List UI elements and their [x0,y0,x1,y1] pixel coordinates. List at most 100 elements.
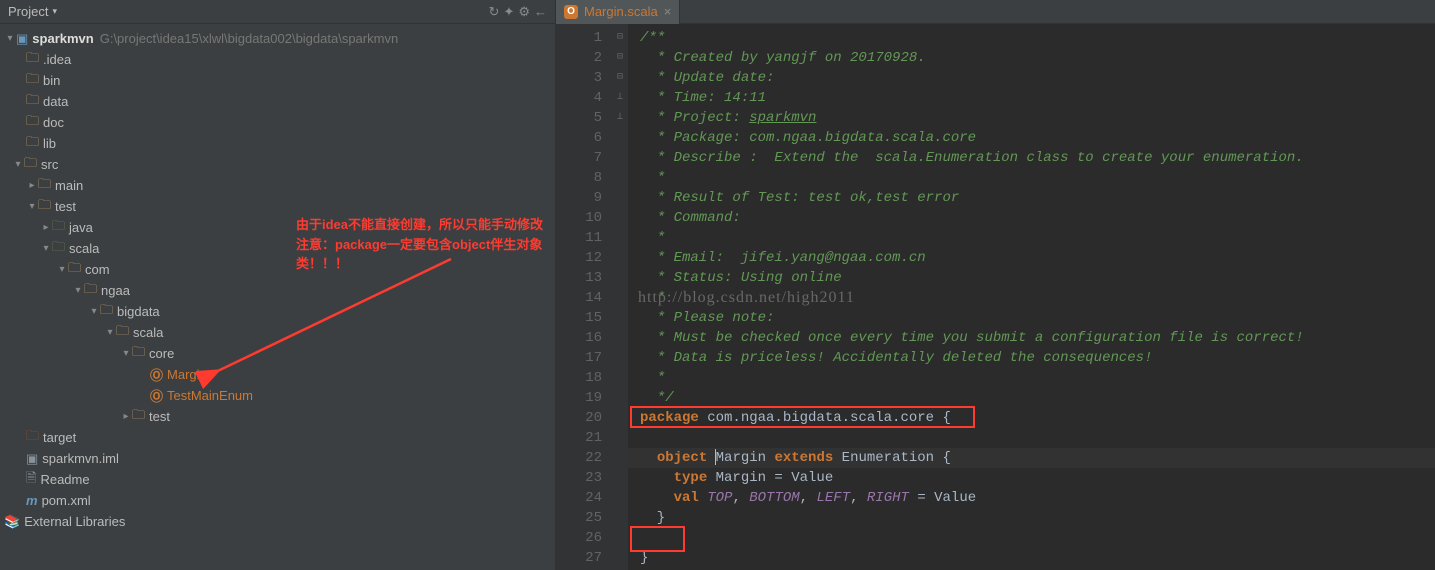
fold-end-icon[interactable]: ⊥ [612,88,628,108]
tree-item-lib[interactable]: 🗀 lib [0,133,555,154]
fold-icon[interactable]: ⊟ [612,28,628,48]
tree-item-doc[interactable]: 🗀 doc [0,112,555,133]
item-label: test [55,199,76,214]
expand-icon[interactable]: ▾ [26,201,38,212]
gear-icon[interactable]: ⚙ [518,4,530,20]
item-label: lib [43,136,56,151]
tree-item-external[interactable]: 📚 External Libraries [0,511,555,532]
maven-icon: m [26,493,38,508]
tree-item-readme[interactable]: 🗎 Readme [0,469,555,490]
item-label: Readme [40,472,89,487]
code-text: * Data is priceless! Accidentally delete… [640,350,1152,366]
tree-item-bigdata[interactable]: ▾ 🗀 bigdata [0,301,555,322]
code-text: /** [640,30,665,46]
tree-item-ngaa[interactable]: ▾ 🗀 ngaa [0,280,555,301]
package-icon: 🗀 [132,406,145,428]
project-panel: Project ▾ ↻ ✦ ⚙ ← ▾ ▣ sparkmvn G:\projec… [0,0,556,570]
fold-end-icon[interactable]: ⊥ [612,108,628,128]
fold-icon[interactable]: ⊟ [612,68,628,88]
folder-icon: 🗀 [38,196,51,218]
expand-icon[interactable]: ▸ [26,180,38,191]
watermark-text: http://blog.csdn.net/high2011 [638,288,855,308]
expand-icon[interactable]: ▾ [12,159,24,170]
line-gutter: 123456789 1011121314151617 1819202122232… [556,24,612,570]
source-folder-icon: 🗀 [52,217,65,239]
item-label: scala [69,241,99,256]
tree-item-data[interactable]: 🗀 data [0,91,555,112]
panel-tools: ↻ ✦ ⚙ ← [489,4,547,20]
item-label: data [43,94,68,109]
code-text: * Package: com.ngaa.bigdata.scala.core [640,130,976,146]
expand-icon[interactable]: ▾ [120,348,132,359]
folder-icon: 🗀 [26,133,39,155]
code-text: * Result of Test: test ok,test error [640,190,959,206]
refresh-icon[interactable]: ↻ [489,4,500,20]
cursor [715,449,716,465]
expand-icon[interactable]: ▸ [40,222,52,233]
expand-icon[interactable]: ▸ [120,411,132,422]
tree-item-margin[interactable]: Ⓞ Margin [0,364,555,385]
code-text: * Time: 14:11 [640,90,766,106]
item-label: main [55,178,83,193]
item-label: Margin [167,367,207,382]
expand-icon[interactable]: ▾ [4,33,16,44]
annotation-line1: 由于idea不能直接创建，所以只能手动修改 [296,215,555,235]
item-label: ngaa [101,283,130,298]
package-icon: 🗀 [100,301,113,323]
tree-item-main[interactable]: ▸ 🗀 main [0,175,555,196]
expand-icon[interactable]: ▾ [40,243,52,254]
project-tree[interactable]: ▾ ▣ sparkmvn G:\project\idea15\xlwl\bigd… [0,24,555,570]
editor-panel: O Margin.scala × 123456789 1011121314151… [556,0,1435,570]
tree-root[interactable]: ▾ ▣ sparkmvn G:\project\idea15\xlwl\bigd… [0,28,555,49]
code-area[interactable]: /** * Created by yangjf on 20170928. * U… [628,24,1435,570]
code-editor[interactable]: 123456789 1011121314151617 1819202122232… [556,24,1435,570]
tree-item-scala2[interactable]: ▾ 🗀 scala [0,322,555,343]
code-text: TOP [699,490,733,506]
folder-icon: 🗀 [38,175,51,197]
tree-item-pom[interactable]: m pom.xml [0,490,555,511]
item-label: External Libraries [24,514,125,529]
code-text: } [640,510,665,526]
item-label: scala [133,325,163,340]
tab-margin-scala[interactable]: O Margin.scala × [556,0,680,24]
code-text: com.ngaa.bigdata.scala.core { [699,410,951,426]
item-label: target [43,430,76,445]
tab-label: Margin.scala [584,4,658,19]
tree-item-idea[interactable]: 🗀 .idea [0,49,555,70]
tree-item-bin[interactable]: 🗀 bin [0,70,555,91]
library-icon: 📚 [4,514,20,530]
item-label: core [149,346,174,361]
hide-icon[interactable]: ← [534,4,547,20]
package-icon: 🗀 [132,343,145,365]
code-text: extends [774,450,833,466]
code-text: * [640,370,665,386]
expand-icon[interactable]: ▾ [56,264,68,275]
expand-icon[interactable]: ▾ [104,327,116,338]
scala-object-icon: Ⓞ [150,386,163,405]
tree-item-testmainenum[interactable]: Ⓞ TestMainEnum [0,385,555,406]
code-text: , [800,490,817,506]
panel-title-wrap[interactable]: Project ▾ [8,4,57,19]
code-text: Margin [707,450,774,466]
tree-item-target[interactable]: 🗀 target [0,427,555,448]
tree-item-test2[interactable]: ▸ 🗀 test [0,406,555,427]
tree-item-iml[interactable]: ▣ sparkmvn.iml [0,448,555,469]
code-text: * Please note: [640,310,774,326]
code-text: package [640,410,699,426]
collapse-icon[interactable]: ✦ [503,4,514,20]
code-text: type [674,470,708,486]
expand-icon[interactable]: ▾ [72,285,84,296]
tree-item-core[interactable]: ▾ 🗀 core [0,343,555,364]
item-label: bigdata [117,304,160,319]
fold-gutter: ⊟ ⊟ ⊟ ⊥ ⊥ [612,24,628,570]
expand-icon[interactable]: ▾ [88,306,100,317]
code-text: } [640,550,648,566]
close-icon[interactable]: × [664,4,672,19]
tree-item-test[interactable]: ▾ 🗀 test [0,196,555,217]
tree-item-src[interactable]: ▾ 🗀 src [0,154,555,175]
item-label: java [69,220,93,235]
file-icon: 🗎 [26,469,36,491]
root-path: G:\project\idea15\xlwl\bigdata002\bigdat… [100,31,398,46]
fold-icon[interactable]: ⊟ [612,48,628,68]
code-text: * Must be checked once every time you su… [640,330,1304,346]
